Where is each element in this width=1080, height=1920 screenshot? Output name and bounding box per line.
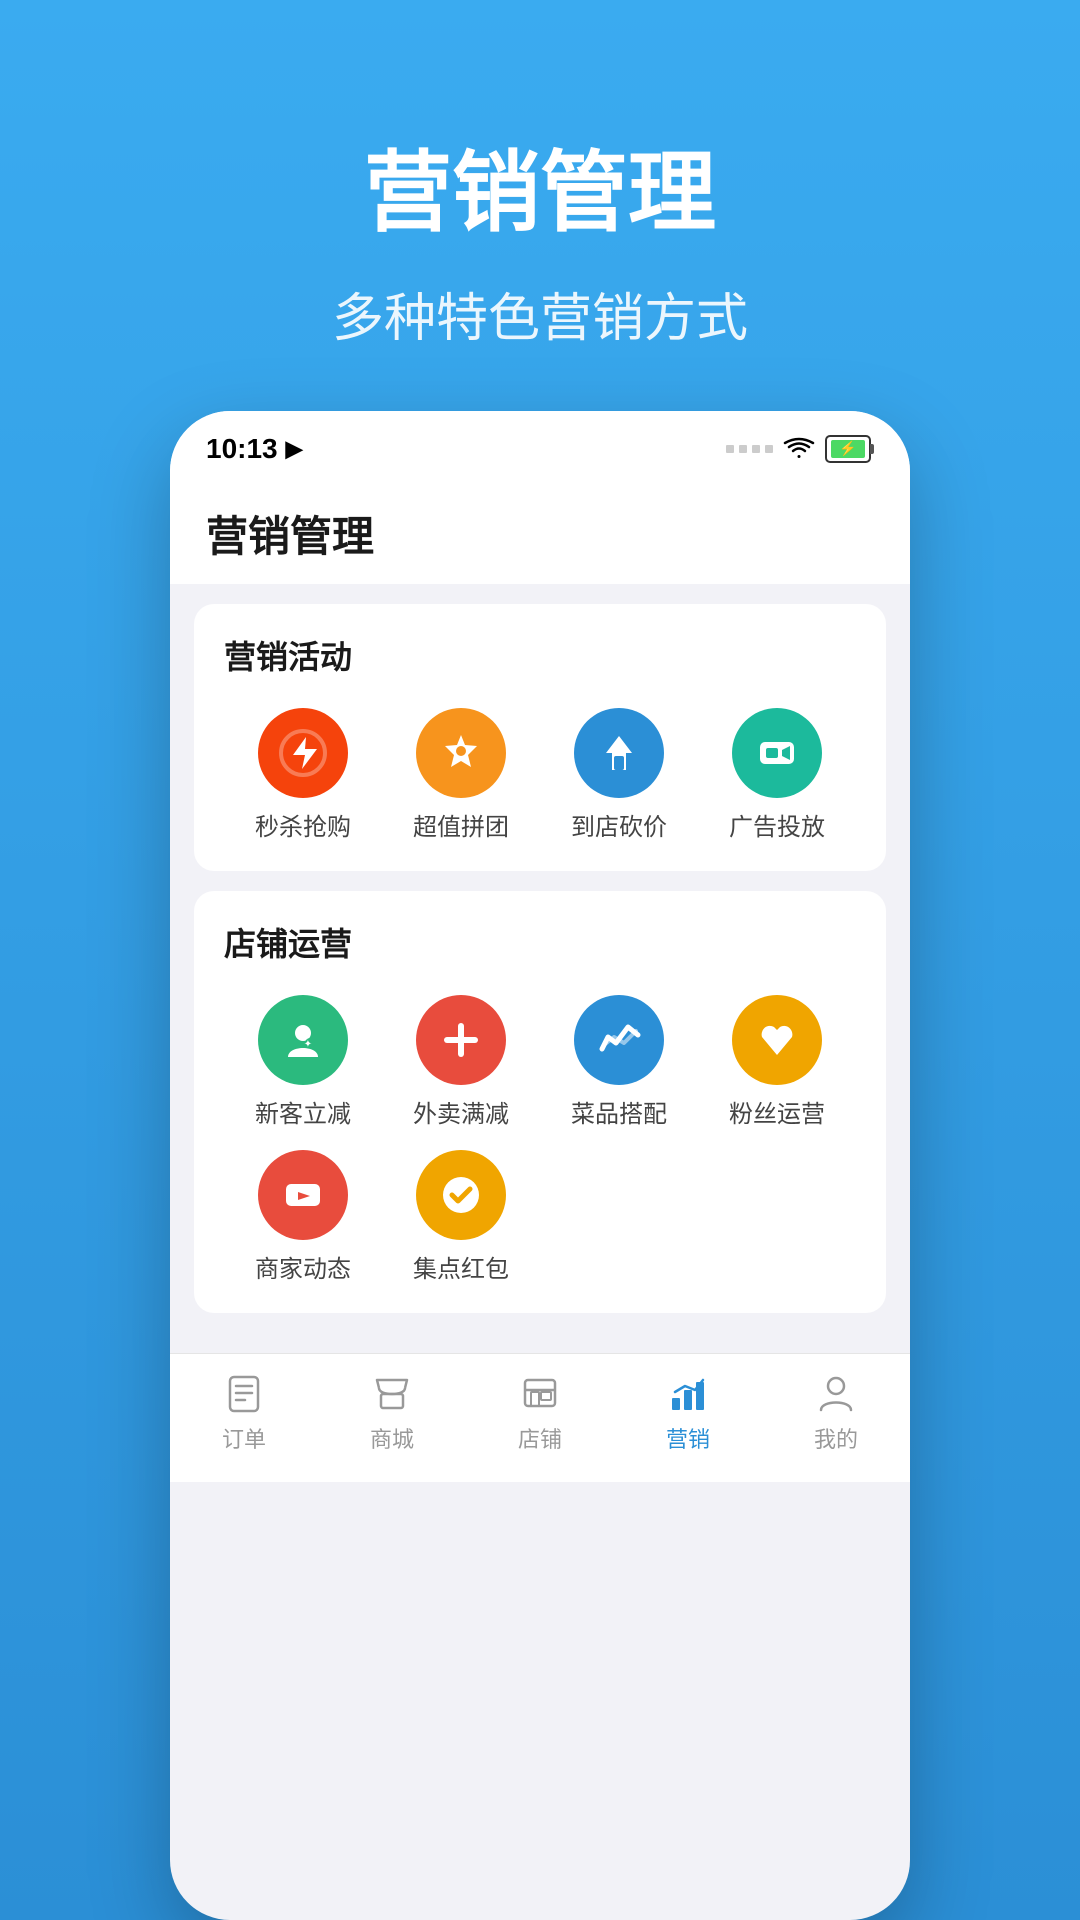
nav-label-orders: 订单	[222, 1422, 266, 1454]
stamp-red-icon	[416, 1150, 506, 1240]
delivery-discount-icon	[416, 995, 506, 1085]
battery-indicator: ⚡	[825, 435, 874, 463]
marketing-activities-title: 营销活动	[224, 632, 856, 678]
page-main-title: 营销管理	[332, 140, 748, 246]
new-customer-item[interactable]: ✦ 新客立减	[224, 995, 382, 1130]
in-store-discount-icon	[574, 708, 664, 798]
nav-label-shop: 商城	[370, 1422, 414, 1454]
signal-bars	[726, 445, 773, 453]
delivery-discount-item[interactable]: 外卖满减	[382, 995, 540, 1130]
group-buy-item[interactable]: 超值拼团	[382, 708, 540, 843]
merchant-news-label: 商家动态	[255, 1254, 351, 1285]
flash-sale-label: 秒杀抢购	[255, 812, 351, 843]
in-store-discount-label: 到店砍价	[571, 812, 667, 843]
delivery-discount-label: 外卖满减	[413, 1099, 509, 1130]
group-buy-icon	[416, 708, 506, 798]
status-bar: 10:13 ▶	[170, 411, 910, 475]
advertising-icon	[732, 708, 822, 798]
status-time: 10:13 ▶	[206, 433, 303, 465]
nav-item-orders[interactable]: 订单	[222, 1372, 266, 1454]
store-operations-grid: ✦ 新客立减 外卖满减	[224, 995, 856, 1285]
flash-sale-icon	[258, 708, 348, 798]
app-header: 营销管理	[170, 475, 910, 584]
nav-label-store: 店铺	[518, 1422, 562, 1454]
svg-text:✦: ✦	[304, 1039, 312, 1050]
status-right: ⚡	[726, 435, 874, 463]
orders-icon	[223, 1372, 265, 1414]
stamp-red-item[interactable]: 集点红包	[382, 1150, 540, 1285]
nav-item-store[interactable]: 店铺	[518, 1372, 562, 1454]
nav-item-mine[interactable]: 我的	[814, 1372, 858, 1454]
fan-ops-item[interactable]: 粉丝运营	[698, 995, 856, 1130]
header-section: 营销管理 多种特色营销方式	[332, 0, 748, 351]
marketing-activities-grid: 秒杀抢购 超值拼团	[224, 708, 856, 843]
menu-match-label: 菜品搭配	[571, 1099, 667, 1130]
marketing-icon	[667, 1372, 709, 1414]
store-operations-title: 店铺运营	[224, 919, 856, 965]
nav-item-shop[interactable]: 商城	[370, 1372, 414, 1454]
content-area: 营销活动 秒杀抢购	[170, 584, 910, 1354]
phone-mockup: 10:13 ▶	[170, 411, 910, 1920]
page-background: 营销管理 多种特色营销方式 10:13 ▶	[0, 0, 1080, 1920]
nav-label-marketing: 营销	[666, 1422, 710, 1454]
new-customer-label: 新客立减	[255, 1099, 351, 1130]
nav-item-marketing[interactable]: 营销	[666, 1372, 710, 1454]
nav-label-mine: 我的	[814, 1422, 858, 1454]
store-operations-card: 店铺运营 ✦ 新客立减	[194, 891, 886, 1313]
group-buy-label: 超值拼团	[413, 812, 509, 843]
wifi-icon	[783, 437, 815, 461]
store-icon	[519, 1372, 561, 1414]
merchant-news-icon	[258, 1150, 348, 1240]
bottom-nav: 订单 商城 店铺	[170, 1353, 910, 1482]
merchant-news-item[interactable]: 商家动态	[224, 1150, 382, 1285]
advertising-label: 广告投放	[729, 812, 825, 843]
fan-ops-icon	[732, 995, 822, 1085]
shop-icon	[371, 1372, 413, 1414]
stamp-red-label: 集点红包	[413, 1254, 509, 1285]
menu-match-item[interactable]: 菜品搭配	[540, 995, 698, 1130]
location-arrow-icon: ▶	[286, 436, 303, 462]
new-customer-icon: ✦	[258, 995, 348, 1085]
flash-sale-item[interactable]: 秒杀抢购	[224, 708, 382, 843]
mine-icon	[815, 1372, 857, 1414]
fan-ops-label: 粉丝运营	[729, 1099, 825, 1130]
advertising-item[interactable]: 广告投放	[698, 708, 856, 843]
in-store-discount-item[interactable]: 到店砍价	[540, 708, 698, 843]
menu-match-icon	[574, 995, 664, 1085]
page-subtitle: 多种特色营销方式	[332, 276, 748, 351]
marketing-activities-card: 营销活动 秒杀抢购	[194, 604, 886, 871]
app-title: 营销管理	[206, 503, 874, 564]
